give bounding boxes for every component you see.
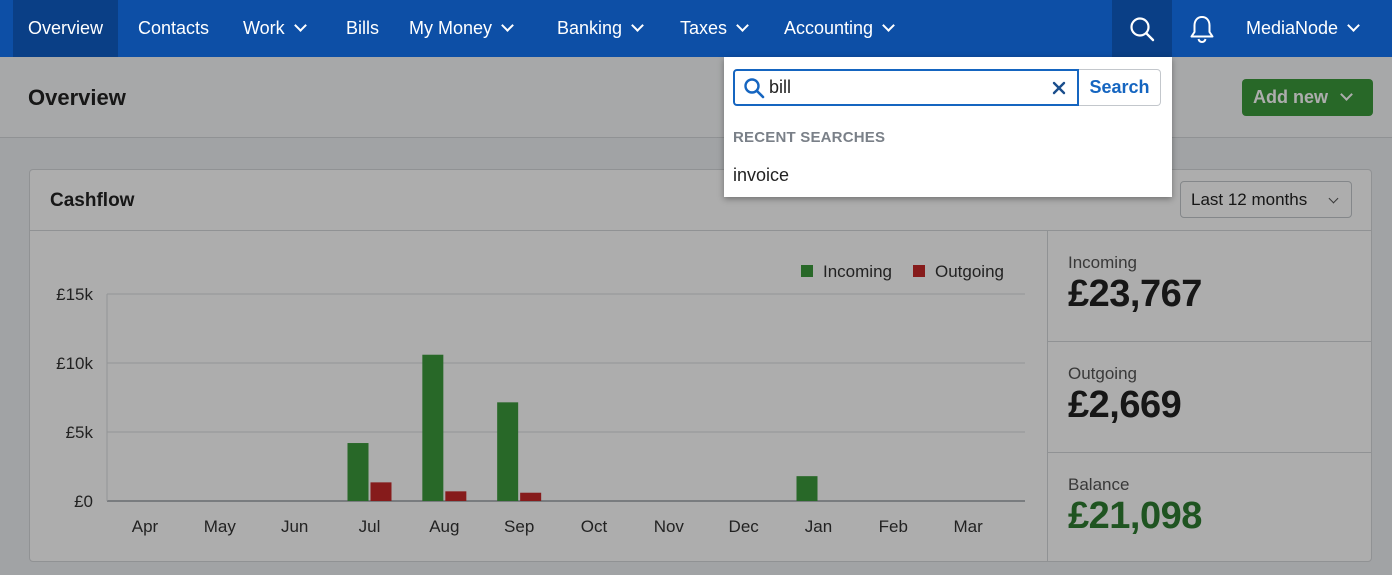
recent-searches-label: RECENT SEARCHES [733, 129, 886, 146]
search-input[interactable] [769, 74, 1039, 101]
nav-taxes[interactable]: Taxes [680, 0, 749, 57]
nav-work[interactable]: Work [243, 0, 307, 57]
search-icon [1130, 16, 1155, 41]
chevron-down-icon [631, 19, 644, 32]
nav-accounting-label: Accounting [784, 18, 874, 38]
search-field[interactable] [733, 69, 1079, 106]
chevron-down-icon [501, 19, 514, 32]
chevron-down-icon [293, 19, 307, 32]
nav-taxes-label: Taxes [680, 18, 728, 38]
nav-contacts[interactable]: Contacts [138, 0, 209, 57]
search-icon [744, 78, 765, 99]
nav-work-label: Work [243, 18, 285, 38]
nav-accounting[interactable]: Accounting [784, 0, 895, 57]
nav-notifications-button[interactable] [1172, 0, 1232, 57]
nav-search-button[interactable] [1112, 0, 1172, 57]
nav-my-money[interactable]: My Money [409, 0, 514, 57]
nav-contacts-label: Contacts [138, 18, 210, 38]
nav-overview[interactable]: Overview [13, 0, 119, 57]
recent-search-item[interactable]: invoice [733, 165, 789, 186]
account-menu[interactable]: MediaNode [1246, 0, 1360, 57]
chevron-down-icon [882, 19, 895, 32]
nav-banking[interactable]: Banking [557, 0, 644, 57]
top-nav: Overview Contacts Work Bills My Money Ba… [0, 0, 1392, 57]
nav-bills[interactable]: Bills [346, 0, 379, 57]
nav-banking-label: Banking [557, 18, 623, 38]
chevron-down-icon [1347, 19, 1360, 32]
search-overlay[interactable] [0, 57, 1392, 575]
account-name: MediaNode [1246, 18, 1339, 38]
nav-my-money-label: My Money [409, 18, 493, 38]
clear-icon[interactable] [1052, 81, 1066, 95]
search-dropdown: Search RECENT SEARCHES invoice [724, 57, 1172, 197]
nav-overview-label: Overview [28, 18, 104, 38]
nav-bills-label: Bills [346, 18, 380, 38]
chevron-down-icon [736, 19, 749, 32]
bell-icon [1190, 15, 1214, 43]
search-button[interactable]: Search [1079, 69, 1161, 106]
